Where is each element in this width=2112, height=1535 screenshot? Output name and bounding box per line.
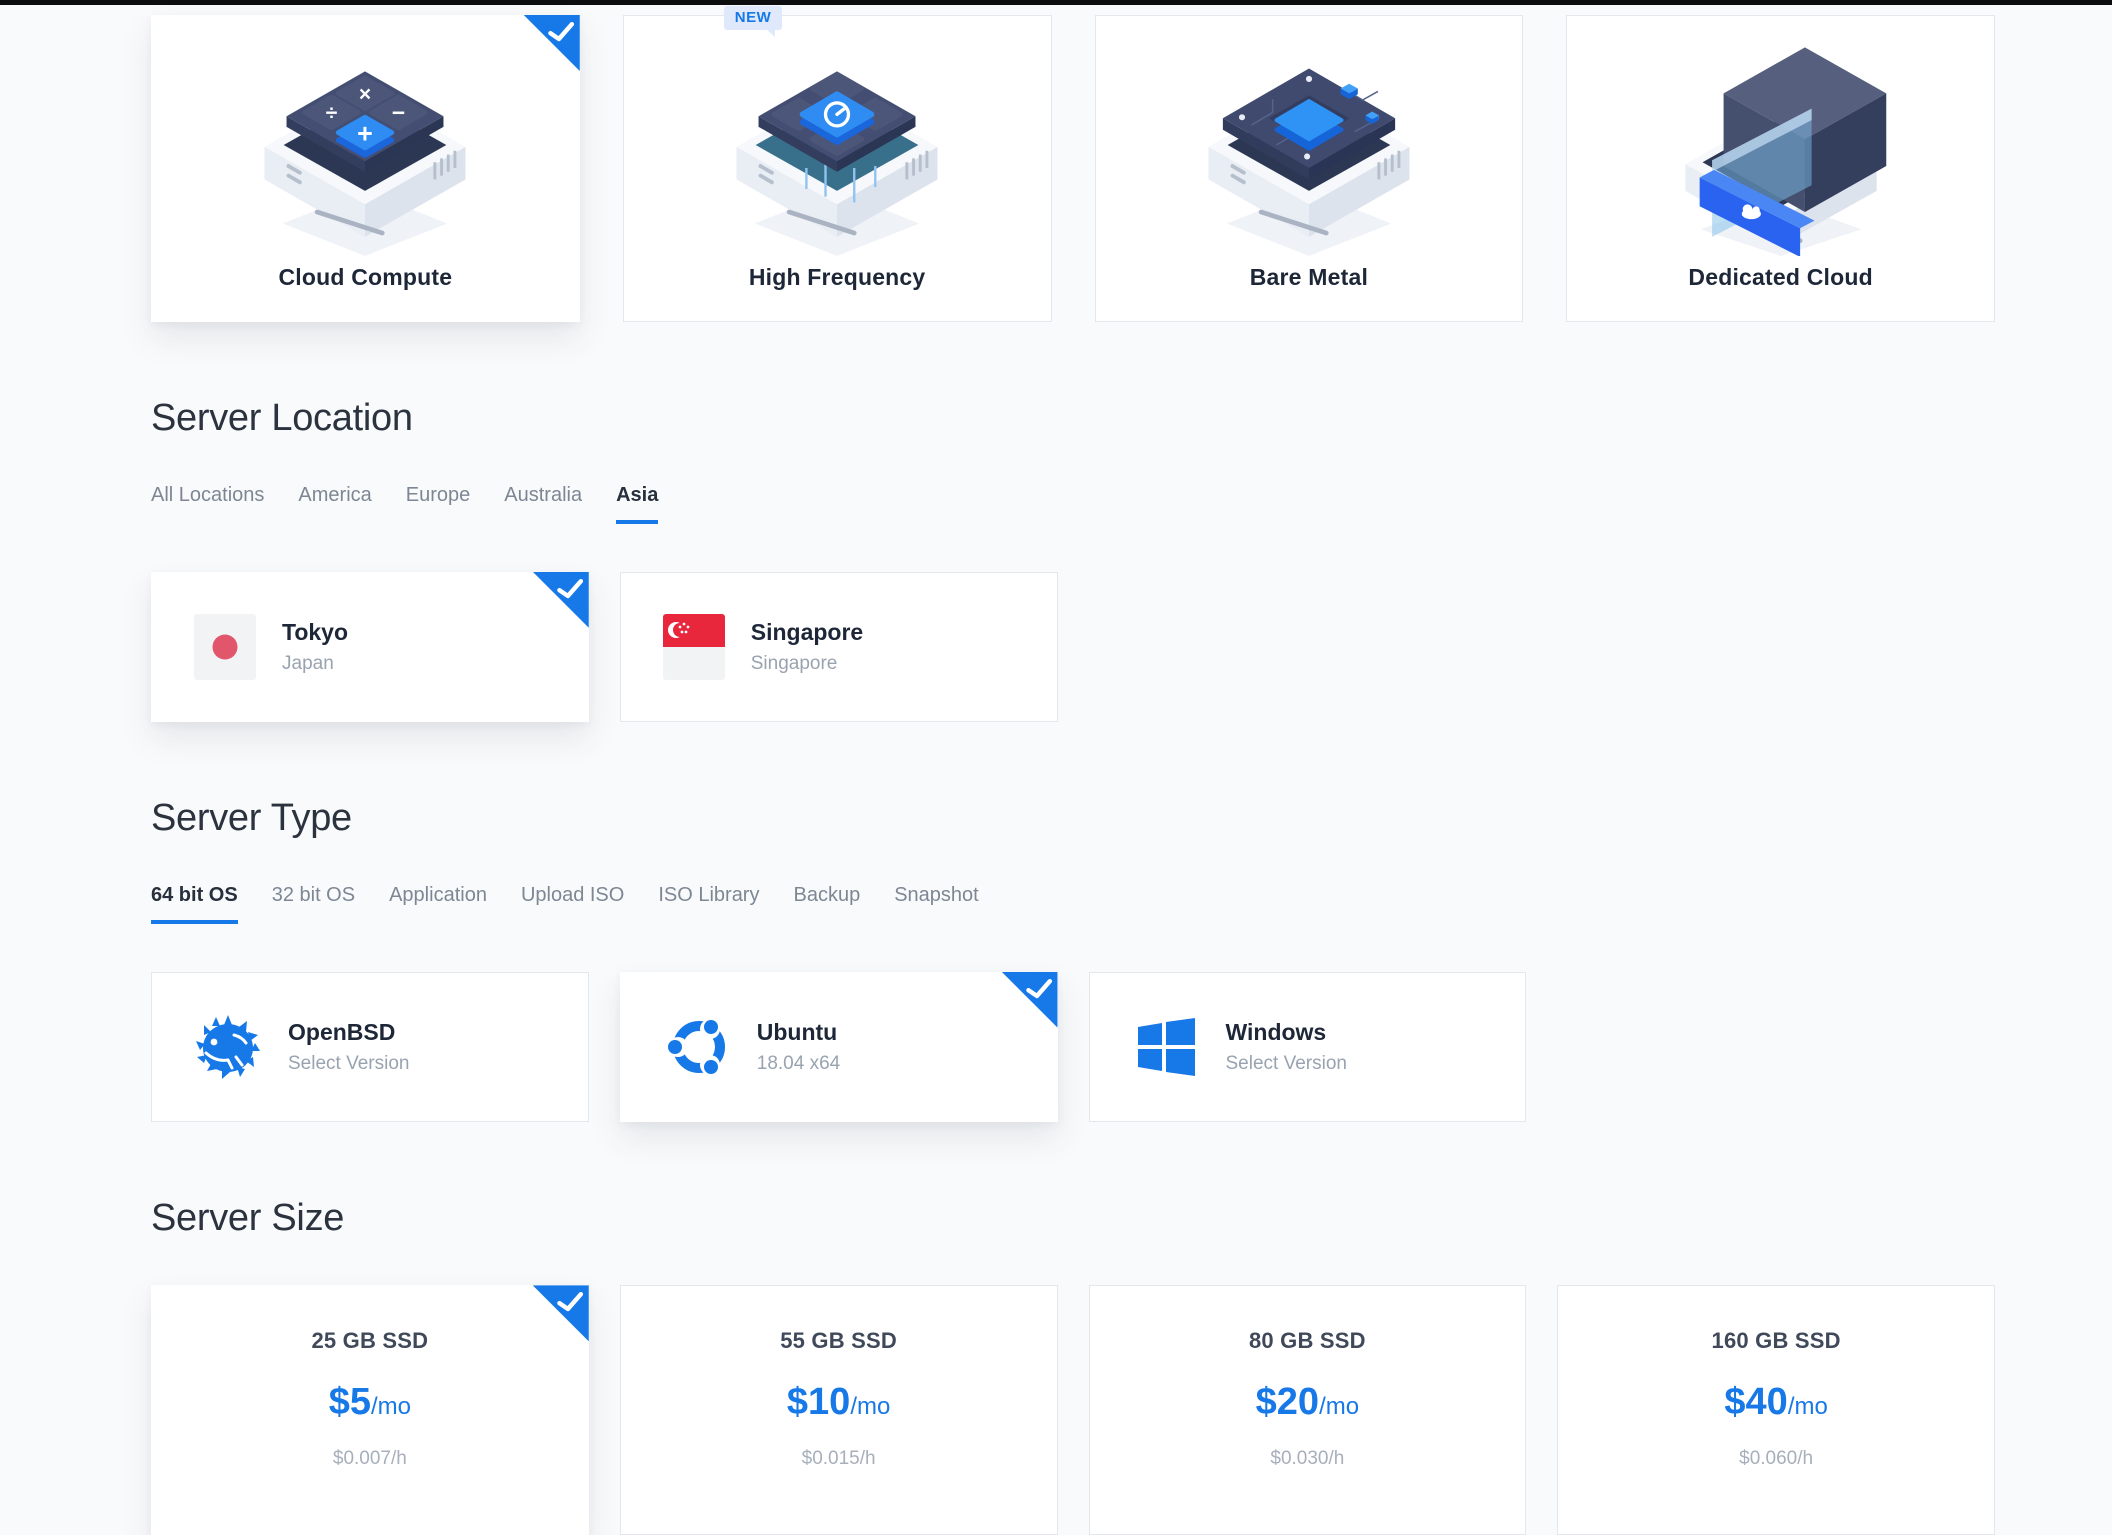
new-badge: NEW [724, 6, 783, 30]
product-title: Bare Metal [1250, 264, 1368, 291]
os-card-ubuntu[interactable]: Ubuntu 18.04 x64 [620, 972, 1058, 1122]
plan-storage: 160 GB SSD [1558, 1328, 1994, 1354]
svg-text:−: − [392, 99, 405, 125]
location-country: Singapore [751, 653, 863, 675]
os-version[interactable]: Select Version [1226, 1053, 1347, 1075]
plan-price: $40/mo [1558, 1381, 1994, 1424]
product-title: High Frequency [749, 264, 926, 291]
check-icon [1025, 977, 1054, 1000]
tab-upload-iso[interactable]: Upload ISO [521, 884, 624, 924]
check-icon [556, 577, 585, 600]
os-text: Ubuntu 18.04 x64 [757, 1019, 840, 1075]
location-row: Tokyo Japan Singapore [151, 572, 1995, 722]
server-type-heading: Server Type [151, 798, 1995, 840]
os-card-openbsd[interactable]: OpenBSD Select Version [151, 972, 589, 1122]
plan-price: $20/mo [1090, 1381, 1526, 1424]
location-text: Tokyo Japan [282, 619, 348, 675]
os-name: Windows [1226, 1019, 1347, 1046]
size-card-80gb[interactable]: 80 GB SSD $20/mo $0.030/h [1089, 1285, 1527, 1535]
svg-text:×: × [359, 83, 371, 106]
tab-europe[interactable]: Europe [406, 484, 471, 524]
tab-australia[interactable]: Australia [504, 484, 582, 524]
location-country: Japan [282, 653, 348, 675]
os-row: OpenBSD Select Version [151, 972, 1995, 1122]
svg-text:÷: ÷ [326, 102, 338, 125]
tab-snapshot[interactable]: Snapshot [894, 884, 979, 924]
location-card-singapore[interactable]: Singapore Singapore [620, 572, 1058, 722]
bare-metal-illustration [1181, 16, 1437, 264]
plan-price-amount: $5 [329, 1381, 371, 1423]
tab-asia[interactable]: Asia [616, 484, 658, 524]
tab-application[interactable]: Application [389, 884, 487, 924]
plan-hourly-rate: $0.007/h [152, 1448, 588, 1470]
openbsd-icon [194, 1013, 262, 1081]
plan-price-period: /mo [850, 1393, 890, 1420]
os-text: OpenBSD Select Version [288, 1019, 409, 1075]
plan-price-period: /mo [1788, 1393, 1828, 1420]
server-size-heading: Server Size [151, 1198, 1995, 1240]
tab-iso-library[interactable]: ISO Library [658, 884, 759, 924]
product-title: Dedicated Cloud [1688, 264, 1872, 291]
os-version[interactable]: 18.04 x64 [757, 1053, 840, 1075]
selected-corner [533, 572, 589, 628]
svg-text:+: + [358, 119, 374, 149]
windows-icon [1132, 1013, 1200, 1081]
plan-price-period: /mo [1319, 1393, 1359, 1420]
os-name: OpenBSD [288, 1019, 409, 1046]
os-name: Ubuntu [757, 1019, 840, 1046]
plan-price-amount: $20 [1256, 1381, 1319, 1423]
singapore-flag-icon [663, 614, 725, 680]
product-title: Cloud Compute [278, 264, 452, 291]
product-card-dedicated-cloud[interactable]: Dedicated Cloud [1566, 15, 1995, 322]
check-icon [556, 1291, 585, 1314]
selected-corner [1002, 972, 1058, 1028]
ubuntu-icon [663, 1013, 731, 1081]
tab-64-bit-os[interactable]: 64 bit OS [151, 884, 238, 924]
location-card-tokyo[interactable]: Tokyo Japan [151, 572, 589, 722]
os-version[interactable]: Select Version [288, 1053, 409, 1075]
plan-hourly-rate: $0.030/h [1090, 1448, 1526, 1470]
size-row: 25 GB SSD $5/mo $0.007/h 55 GB SSD $10/m… [151, 1285, 1995, 1535]
location-tabs: All Locations America Europe Australia A… [151, 484, 1995, 524]
plan-storage: 80 GB SSD [1090, 1328, 1526, 1354]
plan-price-amount: $40 [1724, 1381, 1787, 1423]
product-card-cloud-compute[interactable]: × ÷ − + Cloud Compute [151, 15, 580, 322]
tab-backup[interactable]: Backup [793, 884, 860, 924]
tab-32-bit-os[interactable]: 32 bit OS [272, 884, 355, 924]
location-city: Singapore [751, 619, 863, 646]
plan-storage: 25 GB SSD [152, 1328, 588, 1354]
plan-storage: 55 GB SSD [621, 1328, 1057, 1354]
deploy-page: × ÷ − + Cloud Compute NEW [0, 5, 2112, 1535]
product-card-high-frequency[interactable]: NEW [623, 15, 1052, 322]
tab-america[interactable]: America [298, 484, 371, 524]
location-city: Tokyo [282, 619, 348, 646]
size-card-25gb[interactable]: 25 GB SSD $5/mo $0.007/h [151, 1285, 589, 1535]
plan-price: $5/mo [152, 1381, 588, 1424]
cloud-compute-illustration: × ÷ − + [237, 16, 493, 264]
product-row: × ÷ − + Cloud Compute NEW [151, 15, 1995, 322]
plan-price-period: /mo [371, 1393, 411, 1420]
os-card-windows[interactable]: Windows Select Version [1089, 972, 1527, 1122]
server-location-heading: Server Location [151, 398, 1995, 440]
selected-corner [524, 15, 580, 71]
type-tabs: 64 bit OS 32 bit OS Application Upload I… [151, 884, 1995, 924]
size-card-55gb[interactable]: 55 GB SSD $10/mo $0.015/h [620, 1285, 1058, 1535]
product-card-bare-metal[interactable]: Bare Metal [1095, 15, 1524, 322]
plan-price: $10/mo [621, 1381, 1057, 1424]
plan-hourly-rate: $0.060/h [1558, 1448, 1994, 1470]
location-text: Singapore Singapore [751, 619, 863, 675]
plan-price-amount: $10 [787, 1381, 850, 1423]
high-frequency-illustration [709, 16, 965, 264]
os-text: Windows Select Version [1226, 1019, 1347, 1075]
plan-hourly-rate: $0.015/h [621, 1448, 1057, 1470]
dedicated-cloud-illustration [1653, 16, 1909, 264]
size-card-160gb[interactable]: 160 GB SSD $40/mo $0.060/h [1557, 1285, 1995, 1535]
check-icon [547, 21, 576, 44]
tab-all-locations[interactable]: All Locations [151, 484, 264, 524]
japan-flag-icon [194, 614, 256, 680]
